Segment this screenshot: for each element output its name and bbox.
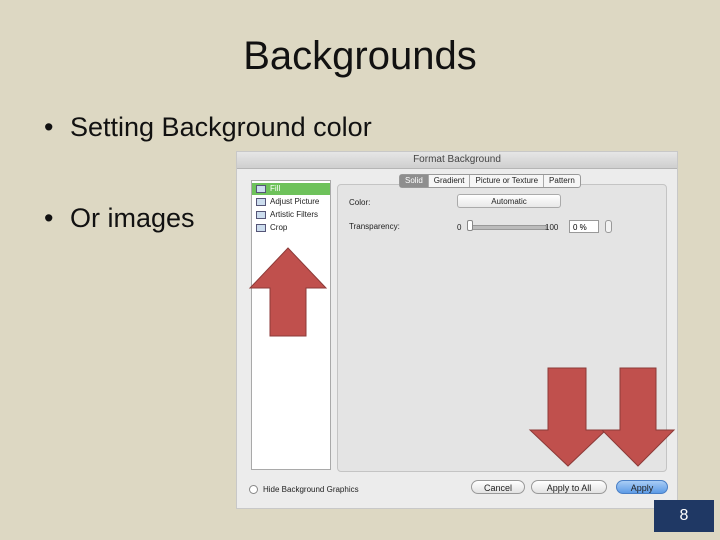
sidebar-item-fill[interactable]: Fill: [252, 183, 330, 195]
sidebar-item-label: Artistic Filters: [270, 210, 318, 219]
fill-icon: [256, 184, 266, 193]
crop-icon: [256, 223, 266, 232]
bullet-item: • Setting Background color: [44, 112, 372, 143]
sidebar-item-label: Fill: [270, 184, 281, 193]
transparency-input[interactable]: 0 %: [569, 220, 599, 233]
sidebar-item-label: Crop: [270, 223, 288, 232]
artistic-filters-icon: [256, 210, 266, 219]
bullet-marker: •: [44, 112, 54, 142]
color-select[interactable]: Automatic: [457, 194, 561, 208]
sidebar-item-label: Adjust Picture: [270, 197, 320, 206]
tab-gradient[interactable]: Gradient: [429, 175, 471, 187]
bullet-text: Setting Background color: [70, 112, 372, 142]
cancel-button[interactable]: Cancel: [471, 480, 525, 494]
bullet-marker: •: [44, 203, 54, 233]
dialog-titlebar[interactable]: Format Background: [237, 152, 677, 169]
fill-type-tabs: Solid Gradient Picture or Texture Patter…: [399, 174, 581, 188]
apply-button[interactable]: Apply: [616, 480, 668, 494]
slider-max-label: 100: [545, 223, 559, 232]
color-select-value: Automatic: [491, 197, 527, 206]
adjust-picture-icon: [256, 197, 266, 206]
transparency-slider[interactable]: [469, 225, 547, 230]
tab-pattern[interactable]: Pattern: [544, 175, 580, 187]
down-arrow-icon: [528, 367, 608, 467]
down-arrow-icon: [600, 367, 676, 467]
transparency-label: Transparency:: [349, 222, 400, 231]
transparency-stepper[interactable]: [605, 220, 612, 233]
sidebar-item-adjust-picture[interactable]: Adjust Picture: [252, 196, 330, 208]
slider-min-label: 0: [457, 223, 462, 232]
color-label: Color:: [349, 198, 371, 207]
bullet-text: Or images: [70, 203, 195, 233]
tab-picture-or-texture[interactable]: Picture or Texture: [470, 175, 545, 187]
sidebar-item-artistic-filters[interactable]: Artistic Filters: [252, 209, 330, 221]
tab-solid[interactable]: Solid: [400, 175, 429, 187]
page-number: 8: [654, 500, 714, 532]
up-arrow-icon: [248, 247, 328, 337]
sidebar-item-crop[interactable]: Crop: [252, 222, 330, 234]
transparency-slider-thumb[interactable]: [467, 220, 473, 231]
hide-background-graphics-checkbox[interactable]: [249, 485, 258, 494]
slide-title: Backgrounds: [243, 34, 477, 78]
bullet-item: • Or images: [44, 203, 195, 234]
apply-to-all-button[interactable]: Apply to All: [531, 480, 607, 494]
hide-background-graphics-label: Hide Background Graphics: [263, 485, 359, 494]
